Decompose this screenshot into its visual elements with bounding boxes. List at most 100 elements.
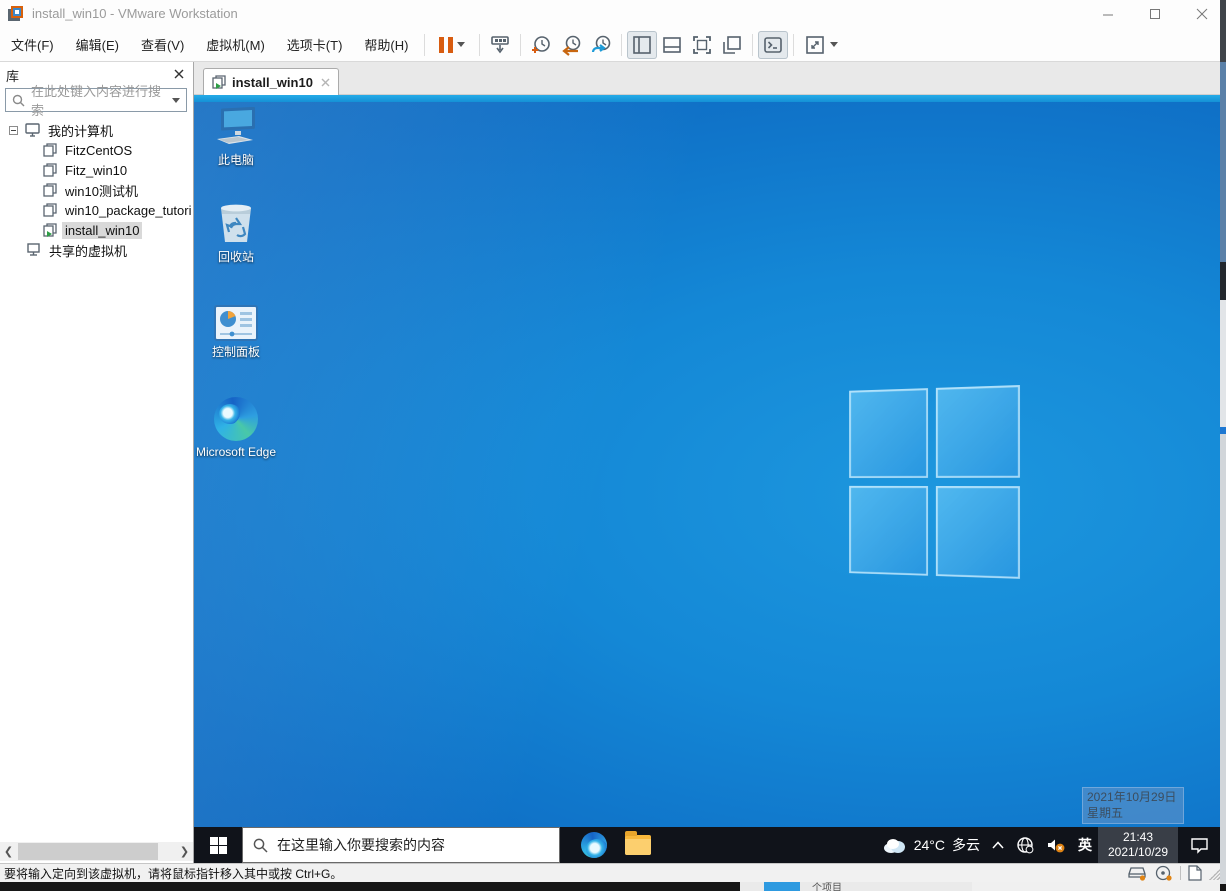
show-thumbnail-bar-button[interactable] bbox=[657, 31, 687, 59]
chevron-up-icon bbox=[992, 841, 1004, 849]
close-icon bbox=[174, 69, 184, 79]
close-icon bbox=[321, 78, 330, 86]
desktop-icon-recycle-bin[interactable]: 回收站 bbox=[195, 200, 277, 265]
menu-edit[interactable]: 编辑(E) bbox=[65, 29, 130, 60]
windows-taskbar: 在这里输入你要搜索的内容 24°C 多云 英 21:43 2021/10/29 bbox=[194, 827, 1220, 863]
pause-vm-button[interactable] bbox=[430, 31, 474, 59]
scroll-right-icon[interactable]: ❯ bbox=[176, 842, 193, 861]
library-sidebar: 库 在此处键入内容进行搜索 我的计算机 FitzCentOS Fitz_win1… bbox=[0, 62, 194, 863]
tree-item-vm[interactable]: win10_package_tutori bbox=[0, 200, 193, 220]
unity-mode-button[interactable] bbox=[717, 31, 747, 59]
desktop-icon-microsoft-edge[interactable]: Microsoft Edge bbox=[195, 397, 277, 460]
host-taskbar-sliver: 个项目 bbox=[0, 882, 1226, 891]
menu-file[interactable]: 文件(F) bbox=[0, 29, 65, 60]
manage-snapshots-button[interactable] bbox=[586, 31, 616, 59]
vm-running-icon bbox=[43, 223, 57, 237]
cd-rom-device-icon[interactable] bbox=[1154, 865, 1174, 881]
this-pc-icon bbox=[217, 107, 255, 144]
background-explorer-fragment: 个项目 bbox=[740, 882, 972, 891]
windows-start-icon bbox=[209, 836, 227, 854]
tree-item-vm[interactable]: Fitz_win10 bbox=[0, 160, 193, 180]
show-library-button[interactable] bbox=[627, 30, 658, 59]
desktop-icon-control-panel[interactable]: 控制面板 bbox=[195, 305, 277, 360]
computer-icon bbox=[25, 123, 40, 137]
tree-item-shared-vms[interactable]: 共享的虚拟机 bbox=[0, 240, 193, 260]
search-icon bbox=[253, 838, 268, 853]
vm-icon bbox=[43, 203, 57, 217]
control-panel-icon bbox=[214, 305, 258, 341]
menu-tabs[interactable]: 选项卡(T) bbox=[276, 29, 354, 60]
search-icon bbox=[12, 94, 25, 106]
tab-close-button[interactable] bbox=[321, 78, 330, 87]
clock-time: 21:43 bbox=[1122, 830, 1154, 844]
scrollbar-thumb[interactable] bbox=[18, 843, 158, 860]
vm-icon bbox=[43, 163, 57, 177]
vm-console-screen[interactable]: 此电脑 回收站 控制面板 Microsoft Edge 2021年10月29日 … bbox=[194, 95, 1220, 863]
manage-snapshots-icon bbox=[592, 35, 611, 52]
close-button[interactable] bbox=[1180, 0, 1224, 28]
start-button[interactable] bbox=[194, 827, 242, 863]
tree-item-my-computer[interactable]: 我的计算机 bbox=[0, 120, 193, 140]
library-close-button[interactable] bbox=[171, 66, 187, 82]
vmware-logo-icon bbox=[8, 6, 24, 22]
free-stretch-button[interactable] bbox=[799, 31, 843, 59]
tab-install-win10[interactable]: install_win10 bbox=[203, 68, 339, 95]
file-explorer-icon bbox=[625, 831, 651, 855]
vm-tree: 我的计算机 FitzCentOS Fitz_win10 win10测试机 win… bbox=[0, 120, 193, 260]
pause-icon bbox=[439, 36, 454, 53]
volume-button[interactable] bbox=[1040, 827, 1072, 863]
menu-view[interactable]: 查看(V) bbox=[130, 29, 195, 60]
taskbar-clock[interactable]: 21:43 2021/10/29 bbox=[1098, 827, 1178, 863]
weather-condition: 多云 bbox=[952, 837, 980, 853]
window-title: install_win10 - VMware Workstation bbox=[32, 6, 238, 21]
chevron-down-icon bbox=[830, 42, 839, 47]
console-view-icon bbox=[764, 36, 783, 53]
message-log-icon[interactable] bbox=[1187, 865, 1203, 881]
background-window-sliver bbox=[1220, 0, 1226, 891]
chevron-down-icon bbox=[457, 42, 466, 47]
maximize-button[interactable] bbox=[1133, 0, 1177, 28]
wallpaper-light-beam bbox=[194, 95, 1220, 863]
maximize-icon bbox=[1150, 9, 1160, 19]
tree-item-vm[interactable]: win10测试机 bbox=[0, 180, 193, 200]
full-screen-button[interactable] bbox=[687, 31, 717, 59]
scroll-left-icon[interactable]: ❮ bbox=[0, 842, 17, 861]
action-center-button[interactable] bbox=[1178, 827, 1220, 863]
desktop-icon-this-pc[interactable]: 此电脑 bbox=[195, 107, 277, 168]
taskbar-file-explorer-button[interactable] bbox=[616, 827, 660, 863]
tree-item-install-win10[interactable]: install_win10 bbox=[0, 220, 193, 240]
collapse-icon[interactable] bbox=[9, 125, 18, 135]
sidebar-horizontal-scrollbar[interactable]: ❮ ❯ bbox=[0, 842, 193, 861]
hard-disk-device-icon[interactable] bbox=[1128, 865, 1148, 881]
minimize-button[interactable] bbox=[1086, 0, 1130, 28]
taskbar-edge-button[interactable] bbox=[572, 827, 616, 863]
explorer-selected-fragment bbox=[764, 882, 800, 891]
wallpaper-top-glow bbox=[194, 95, 1220, 102]
send-ctrl-alt-del-button[interactable] bbox=[485, 31, 515, 59]
network-button[interactable] bbox=[1010, 827, 1040, 863]
taskbar-search-input[interactable]: 在这里输入你要搜索的内容 bbox=[242, 827, 560, 863]
ime-indicator[interactable]: 英 bbox=[1072, 827, 1098, 863]
speaker-muted-icon bbox=[1048, 839, 1065, 853]
unity-mode-icon bbox=[723, 35, 742, 54]
notification-icon bbox=[1190, 837, 1208, 854]
console-view-button[interactable] bbox=[758, 30, 789, 59]
menu-vm[interactable]: 虚拟机(M) bbox=[195, 29, 276, 60]
show-library-icon bbox=[633, 35, 652, 54]
close-icon bbox=[1196, 8, 1208, 20]
chevron-down-icon bbox=[172, 97, 180, 103]
vmware-status-bar: 要将输入定向到该虚拟机，请将鼠标指针移入其中或按 Ctrl+G。 bbox=[0, 863, 1226, 882]
revert-snapshot-icon bbox=[562, 35, 581, 56]
library-search-input[interactable]: 在此处键入内容进行搜索 bbox=[5, 84, 187, 118]
vm-icon bbox=[43, 143, 57, 157]
revert-snapshot-button[interactable] bbox=[556, 31, 586, 59]
take-snapshot-icon bbox=[532, 35, 551, 53]
tray-overflow-button[interactable] bbox=[986, 827, 1010, 863]
tree-item-vm[interactable]: FitzCentOS bbox=[0, 140, 193, 160]
menu-help[interactable]: 帮助(H) bbox=[353, 29, 419, 60]
system-tray: 24°C 多云 英 21:43 2021/10/29 bbox=[875, 827, 1220, 863]
send-ctrl-alt-del-icon bbox=[491, 35, 510, 53]
take-snapshot-button[interactable] bbox=[526, 31, 556, 59]
windows-logo-wallpaper bbox=[849, 385, 1021, 579]
weather-button[interactable]: 24°C 多云 bbox=[875, 827, 986, 863]
